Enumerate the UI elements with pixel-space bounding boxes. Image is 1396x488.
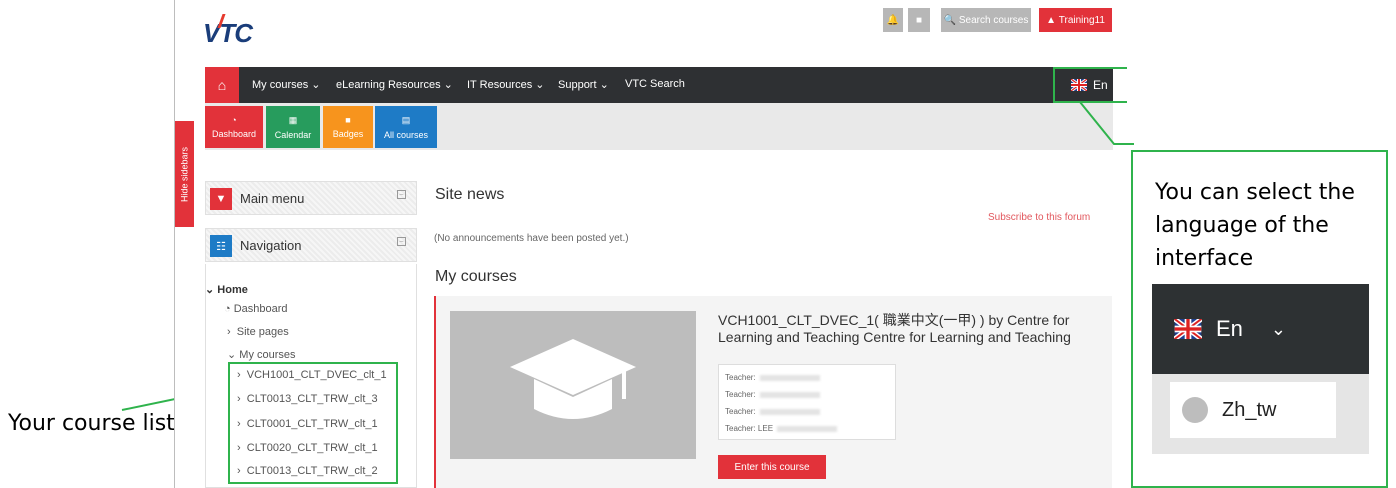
main-menu-block[interactable]: ▼ Main menu ‒ — [205, 181, 417, 215]
teacher-list: Teacher: Teacher: Teacher: Teacher: LEE — [718, 364, 896, 440]
chat-icon: ■ — [915, 14, 923, 26]
my-courses-heading: My courses — [435, 268, 517, 285]
main-navbar: ⌂ My courses ⌄ eLearning Resources ⌄ IT … — [205, 67, 1127, 103]
language-selector[interactable]: En ⌄ — [1053, 67, 1127, 103]
language-callout: You can select the language of the inter… — [1131, 150, 1388, 488]
subscribe-link[interactable]: Subscribe to this forum — [988, 212, 1090, 223]
tree-home[interactable]: ⌄ Home — [205, 283, 248, 296]
search-icon: 🔍 — [943, 14, 959, 26]
course-image — [450, 311, 696, 459]
vtc-logo: VTC — [203, 14, 253, 49]
all-courses-button[interactable]: ▤ All courses — [375, 106, 437, 148]
calendar-button[interactable]: ▦ Calendar — [266, 106, 320, 148]
tree-course[interactable]: › CLT0013_CLT_TRW_clt_2 — [237, 465, 378, 477]
language-note: You can select the language of the inter… — [1155, 180, 1355, 271]
site-news-heading: Site news — [435, 186, 505, 203]
home-icon: ⌂ — [217, 77, 227, 93]
tree-course[interactable]: › CLT0001_CLT_TRW_clt_1 — [237, 418, 378, 430]
bookmark-icon: ■ — [345, 115, 351, 125]
search-courses-button[interactable]: 🔍 Search courses — [941, 8, 1031, 32]
moodle-screenshot: VTC 🔔 ■ 🔍 Search courses ▲ Training11 ⌂ … — [174, 0, 1127, 488]
zoomed-language-selector: En ⌄ — [1152, 284, 1369, 374]
no-announcements-text: (No announcements have been posted yet.) — [434, 233, 629, 244]
notifications-button[interactable]: 🔔 — [883, 8, 903, 32]
book-icon: ▤ — [401, 114, 411, 125]
teacher-entry: Teacher: — [725, 390, 820, 399]
uk-flag-icon — [1174, 319, 1202, 339]
minimize-icon[interactable]: ‒ — [397, 237, 406, 246]
user-icon: ▲ — [1046, 14, 1059, 26]
tree-dashboard[interactable]: ◔ Dashboard — [224, 303, 288, 315]
minimize-icon[interactable]: ‒ — [397, 190, 406, 199]
course-title[interactable]: VCH1001_CLT_DVEC_1( 職業中文(一甲) ) by Centre… — [718, 312, 1108, 346]
nav-vtc-search[interactable]: VTC Search — [625, 78, 685, 90]
enter-course-button[interactable]: Enter this course — [718, 455, 826, 479]
nav-my-courses[interactable]: My courses ⌄ — [252, 78, 321, 91]
tree-course[interactable]: › CLT0013_CLT_TRW_clt_3 — [237, 393, 378, 405]
course-card: VCH1001_CLT_DVEC_1( 職業中文(一甲) ) by Centre… — [434, 296, 1112, 488]
dashboard-icon: ◔ — [224, 303, 231, 315]
user-menu-button[interactable]: ▲ Training11 — [1039, 8, 1112, 32]
calendar-icon: ▦ — [288, 114, 298, 125]
chevron-down-icon: ⌄ — [1270, 318, 1287, 339]
teacher-entry: Teacher: — [725, 373, 820, 382]
dashboard-icon: ◔ — [231, 115, 237, 125]
sitemap-icon: ☷ — [210, 235, 232, 257]
uk-flag-icon — [1071, 79, 1087, 91]
tree-course[interactable]: › VCH1001_CLT_DVEC_clt_1 — [237, 369, 387, 381]
graduation-cap-icon — [510, 339, 636, 419]
nav-elearning-resources[interactable]: eLearning Resources ⌄ — [336, 78, 453, 91]
messages-button[interactable]: ■ — [908, 8, 930, 32]
flag-placeholder-icon — [1182, 397, 1208, 423]
quick-toolbar: ◔ Dashboard ▦ Calendar ■ Badges ▤ All course… — [205, 103, 1113, 150]
zoomed-language-dropdown: Zh_tw — [1152, 374, 1369, 454]
nav-it-resources[interactable]: IT Resources ⌄ — [467, 78, 545, 91]
tree-course[interactable]: › CLT0020_CLT_TRW_clt_1 — [237, 442, 378, 454]
chevron-down-icon: ⌄ — [1113, 78, 1124, 92]
tree-site-pages[interactable]: › Site pages — [227, 326, 289, 338]
teacher-entry: Teacher: LEE — [725, 424, 838, 433]
pin-icon: ▼ — [210, 188, 232, 210]
navigation-block[interactable]: ☷ Navigation ‒ — [205, 228, 417, 262]
language-callout-connector — [1079, 101, 1134, 145]
bell-icon: 🔔 — [886, 14, 900, 26]
language-option-zh-tw[interactable]: Zh_tw — [1170, 382, 1336, 438]
tree-my-courses[interactable]: ⌄ My courses — [227, 348, 296, 361]
teacher-entry: Teacher: — [725, 407, 820, 416]
nav-support[interactable]: Support ⌄ — [558, 78, 609, 91]
dashboard-button[interactable]: ◔ Dashboard — [205, 106, 263, 148]
home-button[interactable]: ⌂ — [205, 67, 239, 103]
hide-sidebars-tab[interactable]: Hide sidebars — [175, 121, 194, 227]
badges-button[interactable]: ■ Badges — [323, 106, 373, 148]
